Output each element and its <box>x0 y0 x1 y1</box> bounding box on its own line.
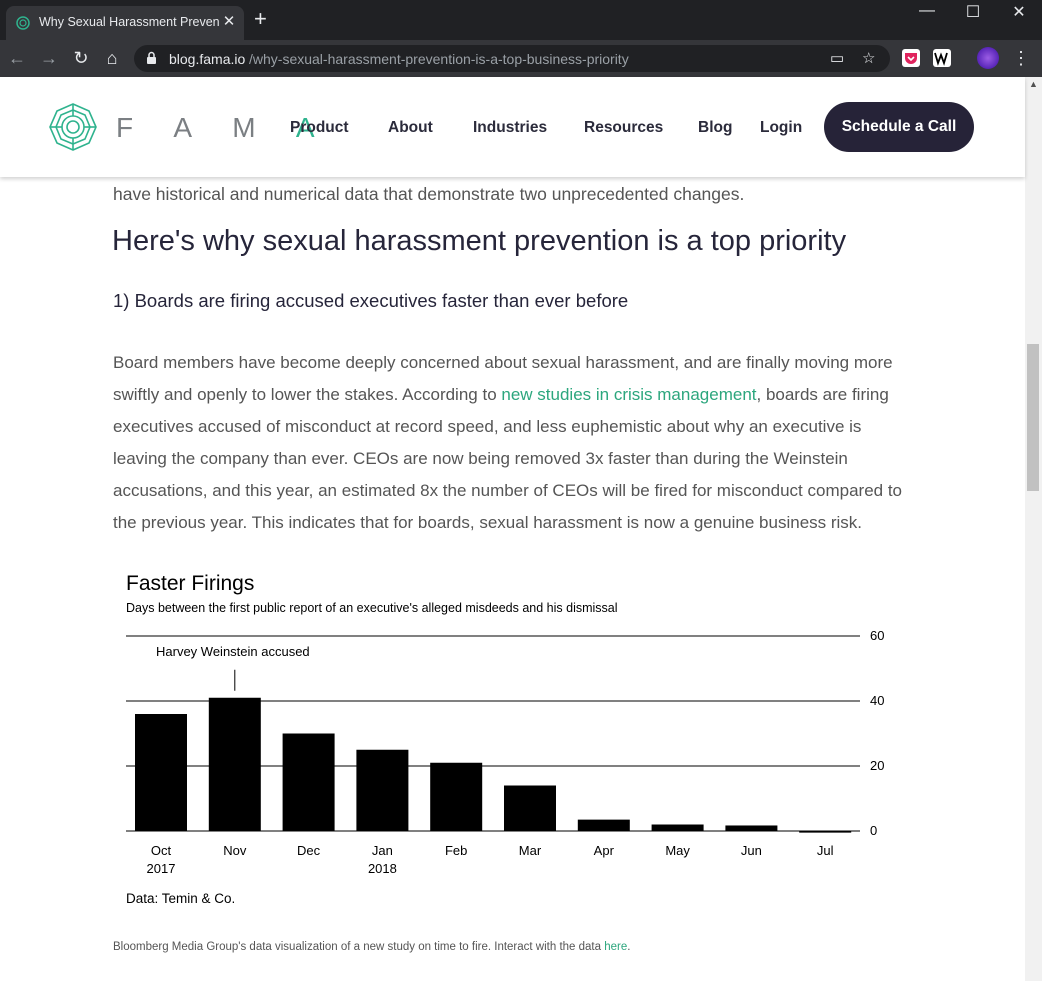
bar <box>356 749 409 831</box>
chart-subtitle: Days between the first public report of … <box>126 601 618 615</box>
bar <box>725 825 778 831</box>
section-heading: Here's why sexual harassment prevention … <box>112 225 847 257</box>
scrollbar-thumb[interactable] <box>1027 344 1039 491</box>
minimize-icon[interactable]: — <box>904 2 950 20</box>
tab-close-icon[interactable]: ✕ <box>220 12 238 30</box>
forward-icon[interactable]: → <box>38 48 60 69</box>
browser-tab-bar: Why Sexual Harassment Preventi ✕ + — ☐ ✕ <box>0 0 1042 40</box>
profile-avatar-icon[interactable] <box>977 47 999 69</box>
bar <box>799 831 852 833</box>
page-scrollbar[interactable]: ▲ <box>1025 77 1042 981</box>
crisis-management-link[interactable]: new studies in crisis management <box>501 385 756 404</box>
fama-logo-icon[interactable] <box>48 102 98 152</box>
x-tick-year-label: 2018 <box>368 861 397 876</box>
back-icon[interactable]: ← <box>6 48 28 69</box>
nav-product[interactable]: Product <box>290 119 349 137</box>
menu-kebab-icon[interactable]: ⋮ <box>1010 48 1032 69</box>
address-bar[interactable]: blog.fama.io /why-sexual-harassment-prev… <box>134 45 890 72</box>
chart-title: Faster Firings <box>126 572 255 595</box>
article-body: have historical and numerical data that … <box>0 177 1025 981</box>
image-caption: Bloomberg Media Group's data visualizati… <box>113 941 630 953</box>
chart-source: Data: Temin & Co. <box>126 891 236 906</box>
y-tick-label: 20 <box>870 758 884 773</box>
bar <box>577 819 630 831</box>
maximize-icon[interactable]: ☐ <box>950 2 996 22</box>
bar-chart: 0 20 40 60 Oct 2017 Nov Harvey Weinstein accuse… <box>126 628 884 876</box>
x-tick-year-label: 2017 <box>147 861 176 876</box>
x-tick-label: Mar <box>519 843 542 858</box>
caption-text: Bloomberg Media Group's data visualizati… <box>113 941 605 953</box>
reload-icon[interactable]: ↻ <box>70 48 92 69</box>
subsection-heading: 1) Boards are firing accused executives … <box>113 290 629 311</box>
y-tick-label: 40 <box>870 693 884 708</box>
y-tick-label: 0 <box>870 823 877 838</box>
bar <box>208 697 261 831</box>
bar <box>430 762 483 831</box>
annotation-label: Harvey Weinstein accused <box>156 644 310 659</box>
new-tab-icon[interactable]: + <box>254 8 267 30</box>
window-close-icon[interactable]: ✕ <box>996 2 1042 22</box>
schedule-call-button[interactable]: Schedule a Call <box>824 102 974 152</box>
caption-end: . <box>627 941 631 953</box>
x-tick-label: Jan <box>372 843 393 858</box>
x-tick-label: Dec <box>297 843 321 858</box>
nav-about[interactable]: About <box>388 119 433 137</box>
x-tick-label: Jul <box>817 843 834 858</box>
bar <box>651 824 704 831</box>
home-icon[interactable]: ⌂ <box>101 48 123 69</box>
pocket-extension-icon[interactable] <box>902 49 920 67</box>
url-path: /why-sexual-harassment-prevention-is-a-t… <box>249 51 629 67</box>
wa-extension-icon[interactable] <box>933 49 951 67</box>
paragraph-fragment: have historical and numerical data that … <box>113 184 745 204</box>
nav-login[interactable]: Login <box>760 119 802 137</box>
x-tick-label: Feb <box>445 843 467 858</box>
lock-icon <box>147 51 156 64</box>
x-tick-label: Oct <box>151 843 172 858</box>
bar <box>135 714 187 831</box>
url-host: blog.fama.io <box>169 51 246 67</box>
x-tick-label: Nov <box>223 843 247 858</box>
paragraph-text: , boards are firing executives accused o… <box>113 385 902 532</box>
bookmark-star-icon[interactable]: ☆ <box>862 49 875 67</box>
scroll-up-arrow-icon[interactable]: ▲ <box>1029 79 1038 89</box>
x-tick-label: May <box>665 843 690 858</box>
browser-toolbar: ← → ↻ ⌂ blog.fama.io /why-sexual-harassm… <box>0 40 1042 77</box>
fama-favicon-icon <box>16 16 30 30</box>
interact-data-link[interactable]: here <box>604 941 627 953</box>
browser-tab[interactable]: Why Sexual Harassment Preventi ✕ <box>6 6 244 40</box>
bar <box>282 733 335 831</box>
tab-title: Why Sexual Harassment Preventi <box>39 15 219 29</box>
nav-blog[interactable]: Blog <box>698 119 732 137</box>
x-tick-label: Apr <box>594 843 615 858</box>
cast-icon[interactable]: ▭ <box>830 49 844 67</box>
nav-industries[interactable]: Industries <box>473 119 547 137</box>
bar <box>504 785 556 831</box>
y-tick-label: 60 <box>870 628 884 643</box>
x-tick-label: Jun <box>741 843 762 858</box>
site-header: F A M A Product About Industries Resourc… <box>0 77 1025 177</box>
nav-resources[interactable]: Resources <box>584 119 663 137</box>
article-paragraph: Board members have become deeply concern… <box>113 347 913 539</box>
